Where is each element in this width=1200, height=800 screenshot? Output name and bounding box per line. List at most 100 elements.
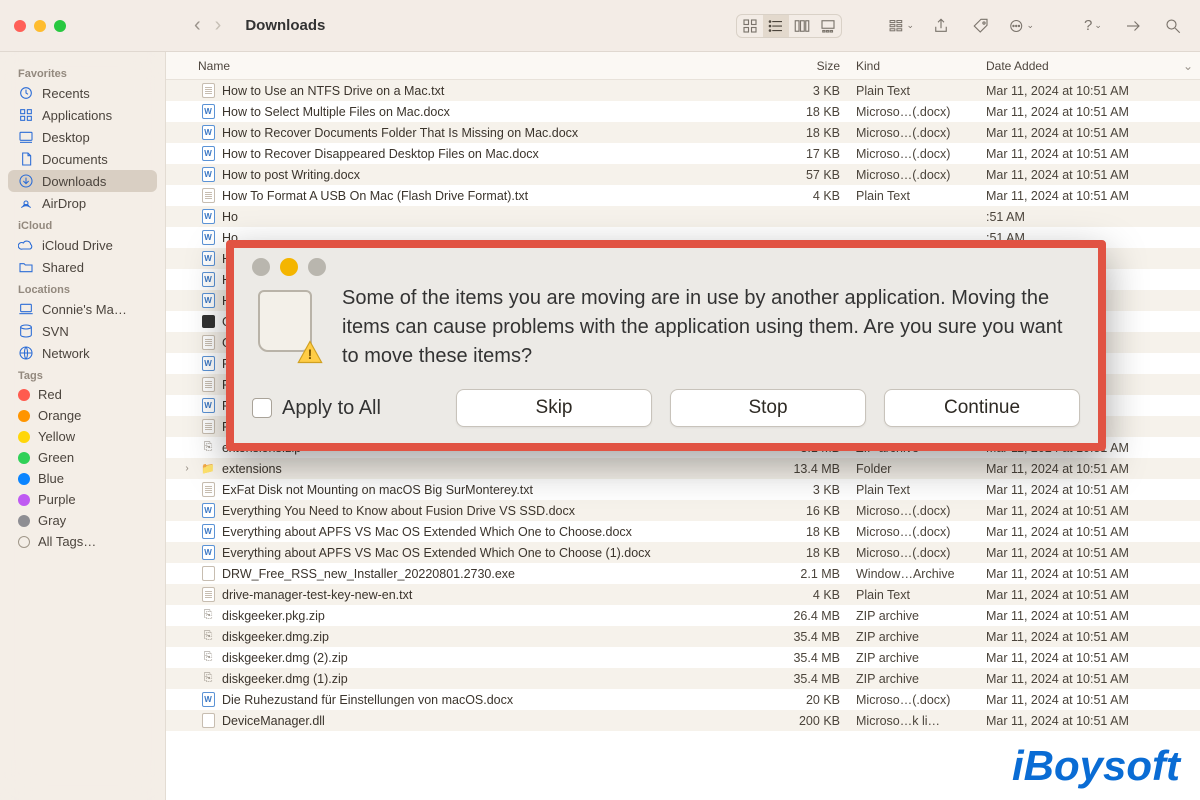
sidebar-item-red[interactable]: Red bbox=[8, 384, 157, 405]
file-row[interactable]: WDie Ruhezustand für Einstellungen von m… bbox=[166, 689, 1200, 710]
sidebar-item-network[interactable]: Network bbox=[8, 342, 157, 364]
file-row[interactable]: WEverything You Need to Know about Fusio… bbox=[166, 500, 1200, 521]
sidebar-item-airdrop[interactable]: AirDrop bbox=[8, 192, 157, 214]
file-type-icon: W bbox=[200, 356, 216, 372]
file-size: 2.1 MB bbox=[756, 567, 856, 581]
skip-button[interactable]: Skip bbox=[456, 389, 652, 427]
file-date: Mar 11, 2024 at 10:51 AM bbox=[986, 504, 1200, 518]
minimize-window-button[interactable] bbox=[34, 20, 46, 32]
file-kind: Plain Text bbox=[856, 189, 986, 203]
file-row[interactable]: WEverything about APFS VS Mac OS Extende… bbox=[166, 521, 1200, 542]
continue-button[interactable]: Continue bbox=[884, 389, 1080, 427]
file-row[interactable]: DeviceManager.dll200 KBMicroso…k li…Mar … bbox=[166, 710, 1200, 731]
sidebar-item-gray[interactable]: Gray bbox=[8, 510, 157, 531]
file-date: Mar 11, 2024 at 10:51 AM bbox=[986, 609, 1200, 623]
dialog-minimize-button[interactable] bbox=[280, 258, 298, 276]
file-row[interactable]: How to Use an NTFS Drive on a Mac.txt3 K… bbox=[166, 80, 1200, 101]
file-size: 18 KB bbox=[756, 546, 856, 560]
file-kind: Microso…(.docx) bbox=[856, 105, 986, 119]
view-gallery-button[interactable] bbox=[815, 15, 841, 37]
sidebar-item-all-tags-[interactable]: All Tags… bbox=[8, 531, 157, 552]
header-kind[interactable]: Kind bbox=[856, 59, 986, 73]
file-type-icon bbox=[200, 314, 216, 330]
file-type-icon: W bbox=[200, 146, 216, 162]
dialog-zoom-button[interactable] bbox=[308, 258, 326, 276]
sidebar-item-shared[interactable]: Shared bbox=[8, 256, 157, 278]
file-row[interactable]: ⎘diskgeeker.dmg.zip35.4 MBZIP archiveMar… bbox=[166, 626, 1200, 647]
group-by-button[interactable]: ⌄ bbox=[888, 15, 914, 37]
sidebar-item-green[interactable]: Green bbox=[8, 447, 157, 468]
file-kind: Folder bbox=[856, 462, 986, 476]
actions-button[interactable]: ⌄ bbox=[1008, 15, 1034, 37]
view-icons-button[interactable] bbox=[737, 15, 763, 37]
file-row[interactable]: WHow to Recover Documents Folder That Is… bbox=[166, 122, 1200, 143]
sidebar-item-orange[interactable]: Orange bbox=[8, 405, 157, 426]
view-columns-button[interactable] bbox=[789, 15, 815, 37]
sidebar-item-label: Gray bbox=[38, 513, 66, 528]
file-row[interactable]: ⎘diskgeeker.pkg.zip26.4 MBZIP archiveMar… bbox=[166, 605, 1200, 626]
zoom-window-button[interactable] bbox=[54, 20, 66, 32]
file-name: How To Format A USB On Mac (Flash Drive … bbox=[222, 189, 756, 203]
sidebar-item-recents[interactable]: Recents bbox=[8, 82, 157, 104]
disclosure-triangle[interactable]: › bbox=[180, 463, 194, 474]
view-list-button[interactable] bbox=[763, 15, 789, 37]
header-date[interactable]: Date Added bbox=[986, 59, 1176, 73]
file-name: diskgeeker.dmg (1).zip bbox=[222, 672, 756, 686]
sidebar-item-icloud-drive[interactable]: iCloud Drive bbox=[8, 234, 157, 256]
file-date: Mar 11, 2024 at 10:51 AM bbox=[986, 147, 1200, 161]
apply-to-all-checkbox[interactable]: Apply to All bbox=[252, 397, 381, 420]
file-row[interactable]: drive-manager-test-key-new-en.txt4 KBPla… bbox=[166, 584, 1200, 605]
dialog-close-button[interactable] bbox=[252, 258, 270, 276]
header-sort-icon[interactable]: ⌄ bbox=[1176, 59, 1200, 73]
tags-button[interactable] bbox=[968, 15, 994, 37]
sidebar-item-label: Network bbox=[42, 346, 90, 361]
window-controls bbox=[14, 20, 66, 32]
file-row[interactable]: How To Format A USB On Mac (Flash Drive … bbox=[166, 185, 1200, 206]
sidebar-item-blue[interactable]: Blue bbox=[8, 468, 157, 489]
file-date: Mar 11, 2024 at 10:51 AM bbox=[986, 525, 1200, 539]
file-date: Mar 11, 2024 at 10:51 AM bbox=[986, 483, 1200, 497]
back-button[interactable]: ‹ bbox=[194, 14, 201, 37]
file-type-icon bbox=[200, 377, 216, 393]
header-name[interactable]: Name bbox=[166, 59, 756, 73]
help-button[interactable]: ?⌄ bbox=[1080, 15, 1106, 37]
file-kind: Microso…(.docx) bbox=[856, 693, 986, 707]
svg-text:!: ! bbox=[308, 346, 313, 362]
file-date: Mar 11, 2024 at 10:51 AM bbox=[986, 714, 1200, 728]
sidebar-item-desktop[interactable]: Desktop bbox=[8, 126, 157, 148]
sidebar-item-downloads[interactable]: Downloads bbox=[8, 170, 157, 192]
file-date: Mar 11, 2024 at 10:51 AM bbox=[986, 189, 1200, 203]
sidebar-item-documents[interactable]: Documents bbox=[8, 148, 157, 170]
sidebar-item-applications[interactable]: Applications bbox=[8, 104, 157, 126]
file-name: How to Recover Documents Folder That Is … bbox=[222, 126, 756, 140]
file-row[interactable]: ›📁extensions13.4 MBFolderMar 11, 2024 at… bbox=[166, 458, 1200, 479]
file-row[interactable]: WHow to Select Multiple Files on Mac.doc… bbox=[166, 101, 1200, 122]
file-row[interactable]: ⎘diskgeeker.dmg (1).zip35.4 MBZIP archiv… bbox=[166, 668, 1200, 689]
close-window-button[interactable] bbox=[14, 20, 26, 32]
file-row[interactable]: ExFat Disk not Mounting on macOS Big Sur… bbox=[166, 479, 1200, 500]
file-row[interactable]: WHo:51 AM bbox=[166, 206, 1200, 227]
file-date: Mar 11, 2024 at 10:51 AM bbox=[986, 126, 1200, 140]
sidebar-item-svn[interactable]: SVN bbox=[8, 320, 157, 342]
file-row[interactable]: ⎘diskgeeker.dmg (2).zip35.4 MBZIP archiv… bbox=[166, 647, 1200, 668]
file-name: extensions bbox=[222, 462, 756, 476]
file-row[interactable]: WHow to post Writing.docx57 KBMicroso…(.… bbox=[166, 164, 1200, 185]
file-kind: ZIP archive bbox=[856, 672, 986, 686]
file-kind: Plain Text bbox=[856, 588, 986, 602]
sidebar-item-connie-s-ma-[interactable]: Connie's Ma… bbox=[8, 298, 157, 320]
sidebar-section-title: Locations bbox=[8, 278, 157, 298]
header-size[interactable]: Size bbox=[756, 59, 856, 73]
stop-button[interactable]: Stop bbox=[670, 389, 866, 427]
file-row[interactable]: WHow to Recover Disappeared Desktop File… bbox=[166, 143, 1200, 164]
forward-button[interactable]: › bbox=[215, 14, 222, 37]
file-size: 18 KB bbox=[756, 525, 856, 539]
sidebar-item-purple[interactable]: Purple bbox=[8, 489, 157, 510]
checkbox-box[interactable] bbox=[252, 398, 272, 418]
sidebar-item-yellow[interactable]: Yellow bbox=[8, 426, 157, 447]
search-button[interactable] bbox=[1160, 15, 1186, 37]
file-row[interactable]: WEverything about APFS VS Mac OS Extende… bbox=[166, 542, 1200, 563]
file-type-icon: ⎘ bbox=[200, 629, 216, 645]
share-button[interactable] bbox=[928, 15, 954, 37]
new-folder-button[interactable] bbox=[1120, 15, 1146, 37]
file-row[interactable]: DRW_Free_RSS_new_Installer_20220801.2730… bbox=[166, 563, 1200, 584]
